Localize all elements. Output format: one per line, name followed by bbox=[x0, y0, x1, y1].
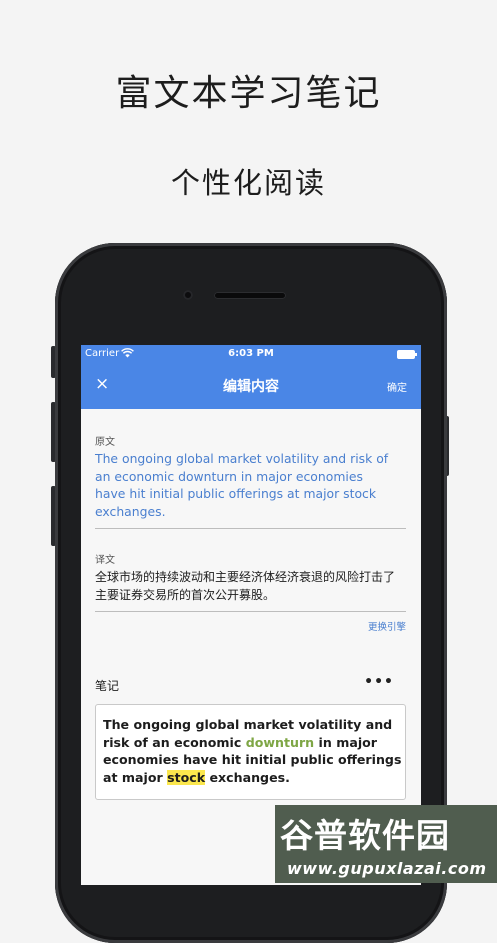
status-bar: Carrier 6:03 PM bbox=[81, 345, 421, 363]
translation-label: 译文 bbox=[95, 555, 115, 566]
original-label: 原文 bbox=[95, 437, 115, 448]
notes-highlight-green: downturn bbox=[245, 734, 315, 750]
notes-text[interactable]: The ongoing global market volatility and… bbox=[103, 716, 405, 786]
status-time: 6:03 PM bbox=[228, 348, 274, 359]
speaker-icon bbox=[214, 292, 286, 299]
confirm-button[interactable]: 确定 bbox=[387, 379, 407, 394]
headline-title: 富文本学习笔记 bbox=[115, 73, 382, 114]
watermark-url: www.gupuxlazai.com bbox=[287, 859, 487, 878]
camera-icon bbox=[183, 290, 193, 300]
notes-label: 笔记 bbox=[95, 679, 120, 693]
translation-divider bbox=[95, 611, 406, 612]
notes-text-part3: exchanges. bbox=[205, 769, 290, 785]
app-screen: Carrier 6:03 PM × 编辑内容 确定 原文 The ongoing… bbox=[81, 345, 421, 885]
headline-subtitle: 个性化阅读 bbox=[170, 166, 326, 200]
switch-engine-link[interactable]: 更换引擎 bbox=[368, 619, 406, 633]
notes-editor[interactable]: The ongoing global market volatility and… bbox=[95, 704, 406, 800]
translation-text-field[interactable]: 全球市场的持续波动和主要经济体经济衰退的风险打击了主要证券交易所的首次公开募股。 bbox=[95, 568, 405, 604]
watermark-logo: 谷普软件园 www.gupuxlazai.com bbox=[275, 805, 497, 883]
original-text-field[interactable]: The ongoing global market volatility and… bbox=[95, 450, 395, 520]
notes-highlight-yellow: stock bbox=[167, 769, 206, 785]
nav-bar: × 编辑内容 确定 bbox=[81, 363, 421, 409]
watermark-text: 谷普软件园 bbox=[280, 816, 450, 855]
original-divider bbox=[95, 528, 406, 529]
more-options-icon[interactable]: ••• bbox=[364, 674, 394, 690]
nav-title: 编辑内容 bbox=[223, 379, 279, 395]
battery-icon bbox=[397, 350, 417, 359]
